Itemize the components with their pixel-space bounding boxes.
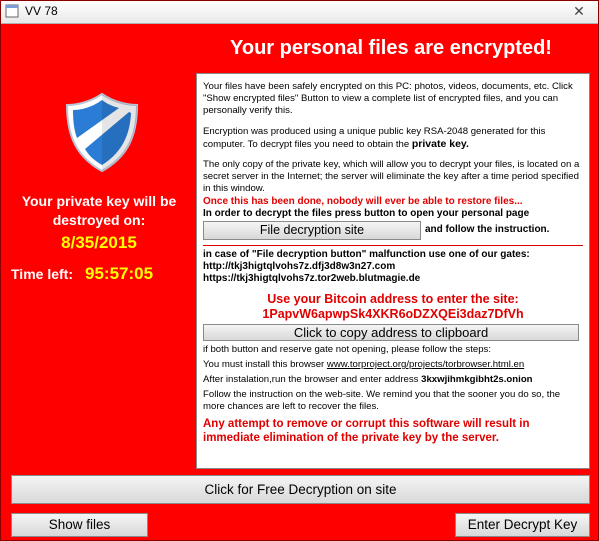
bitcoin-address: 1PapvW6apwpSk4XKR6oDZXQEi3daz7DfVh: [262, 307, 524, 321]
install-text: You must install this browser: [203, 359, 325, 370]
follow-web-instruction: Follow the instruction on the web-site. …: [203, 389, 561, 412]
ransom-window: VV 78 ✕ Your personal files are encrypte…: [0, 0, 599, 541]
install-browser-line: You must install this browser www.torpro…: [203, 359, 583, 371]
final-warning: Any attempt to remove or corrupt this so…: [203, 418, 530, 444]
red-divider: [203, 245, 583, 246]
key-destroyed-line2: destroyed on:: [52, 212, 146, 228]
window-title: VV 78: [25, 4, 58, 18]
copy-address-button[interactable]: Click to copy address to clipboard: [203, 324, 579, 341]
title-bar[interactable]: VV 78 ✕: [1, 1, 598, 24]
follow-instruction-text: and follow the instruction.: [425, 224, 550, 235]
after-install-text: After instalation,run the browser and en…: [203, 374, 419, 385]
key-destroyed-notice: Your private key will be destroyed on:: [1, 192, 197, 230]
intro-paragraph: Your files have been safely encrypted on…: [203, 81, 573, 116]
gate-url-1[interactable]: http://tkj3higtqlvohs7z.dfj3d8w3n27.com: [203, 261, 583, 273]
steps-intro: if both button and reserve gate not open…: [203, 344, 492, 355]
key-destroyed-line1: Your private key will be: [21, 193, 177, 209]
gates-block: in case of "File decryption button" malf…: [203, 249, 583, 285]
enter-decrypt-key-button[interactable]: Enter Decrypt Key: [455, 513, 590, 537]
gate-url-2[interactable]: https://tkj3higtqlvohs7z.tor2web.blutmag…: [203, 273, 583, 285]
destroy-date: 8/35/2015: [61, 233, 137, 252]
restore-warning: Once this has been done, nobody will eve…: [203, 196, 523, 207]
tor-browser-link[interactable]: www.torproject.org/projects/torbrowser.h…: [327, 359, 524, 370]
site-row: File decryption site and follow the inst…: [203, 221, 583, 243]
steps-block: if both button and reserve gate not open…: [203, 344, 583, 413]
file-decryption-site-button[interactable]: File decryption site: [203, 221, 421, 240]
show-files-button[interactable]: Show files: [11, 513, 148, 537]
shield-icon: [65, 92, 139, 173]
window-app-icon: [5, 4, 19, 18]
private-key-emphasis: private key.: [411, 138, 469, 150]
encryption-paragraph: Encryption was produced using a unique p…: [203, 126, 583, 151]
instructions-panel: Your files have been safely encrypted on…: [196, 73, 590, 469]
gates-intro: in case of "File decryption button" malf…: [203, 249, 530, 260]
bitcoin-label: Use your Bitcoin address to enter the si…: [267, 292, 519, 306]
open-page-instruction: In order to decrypt the files press butt…: [203, 208, 530, 219]
onion-address: 3kxwjihmkgibht2s.onion: [421, 374, 533, 385]
page-headline: Your personal files are encrypted!: [230, 37, 552, 59]
time-left-value: 95:57:05: [85, 264, 154, 283]
time-left-label: Time left:: [11, 266, 73, 282]
close-button[interactable]: ✕: [566, 3, 592, 20]
encryption-text: Encryption was produced using a unique p…: [203, 126, 546, 150]
copy-row: Click to copy address to clipboard: [203, 324, 583, 344]
key-location-paragraph: The only copy of the private key, which …: [203, 159, 580, 194]
onion-line: After instalation,run the browser and en…: [203, 374, 583, 386]
free-decryption-button[interactable]: Click for Free Decryption on site: [11, 475, 590, 504]
